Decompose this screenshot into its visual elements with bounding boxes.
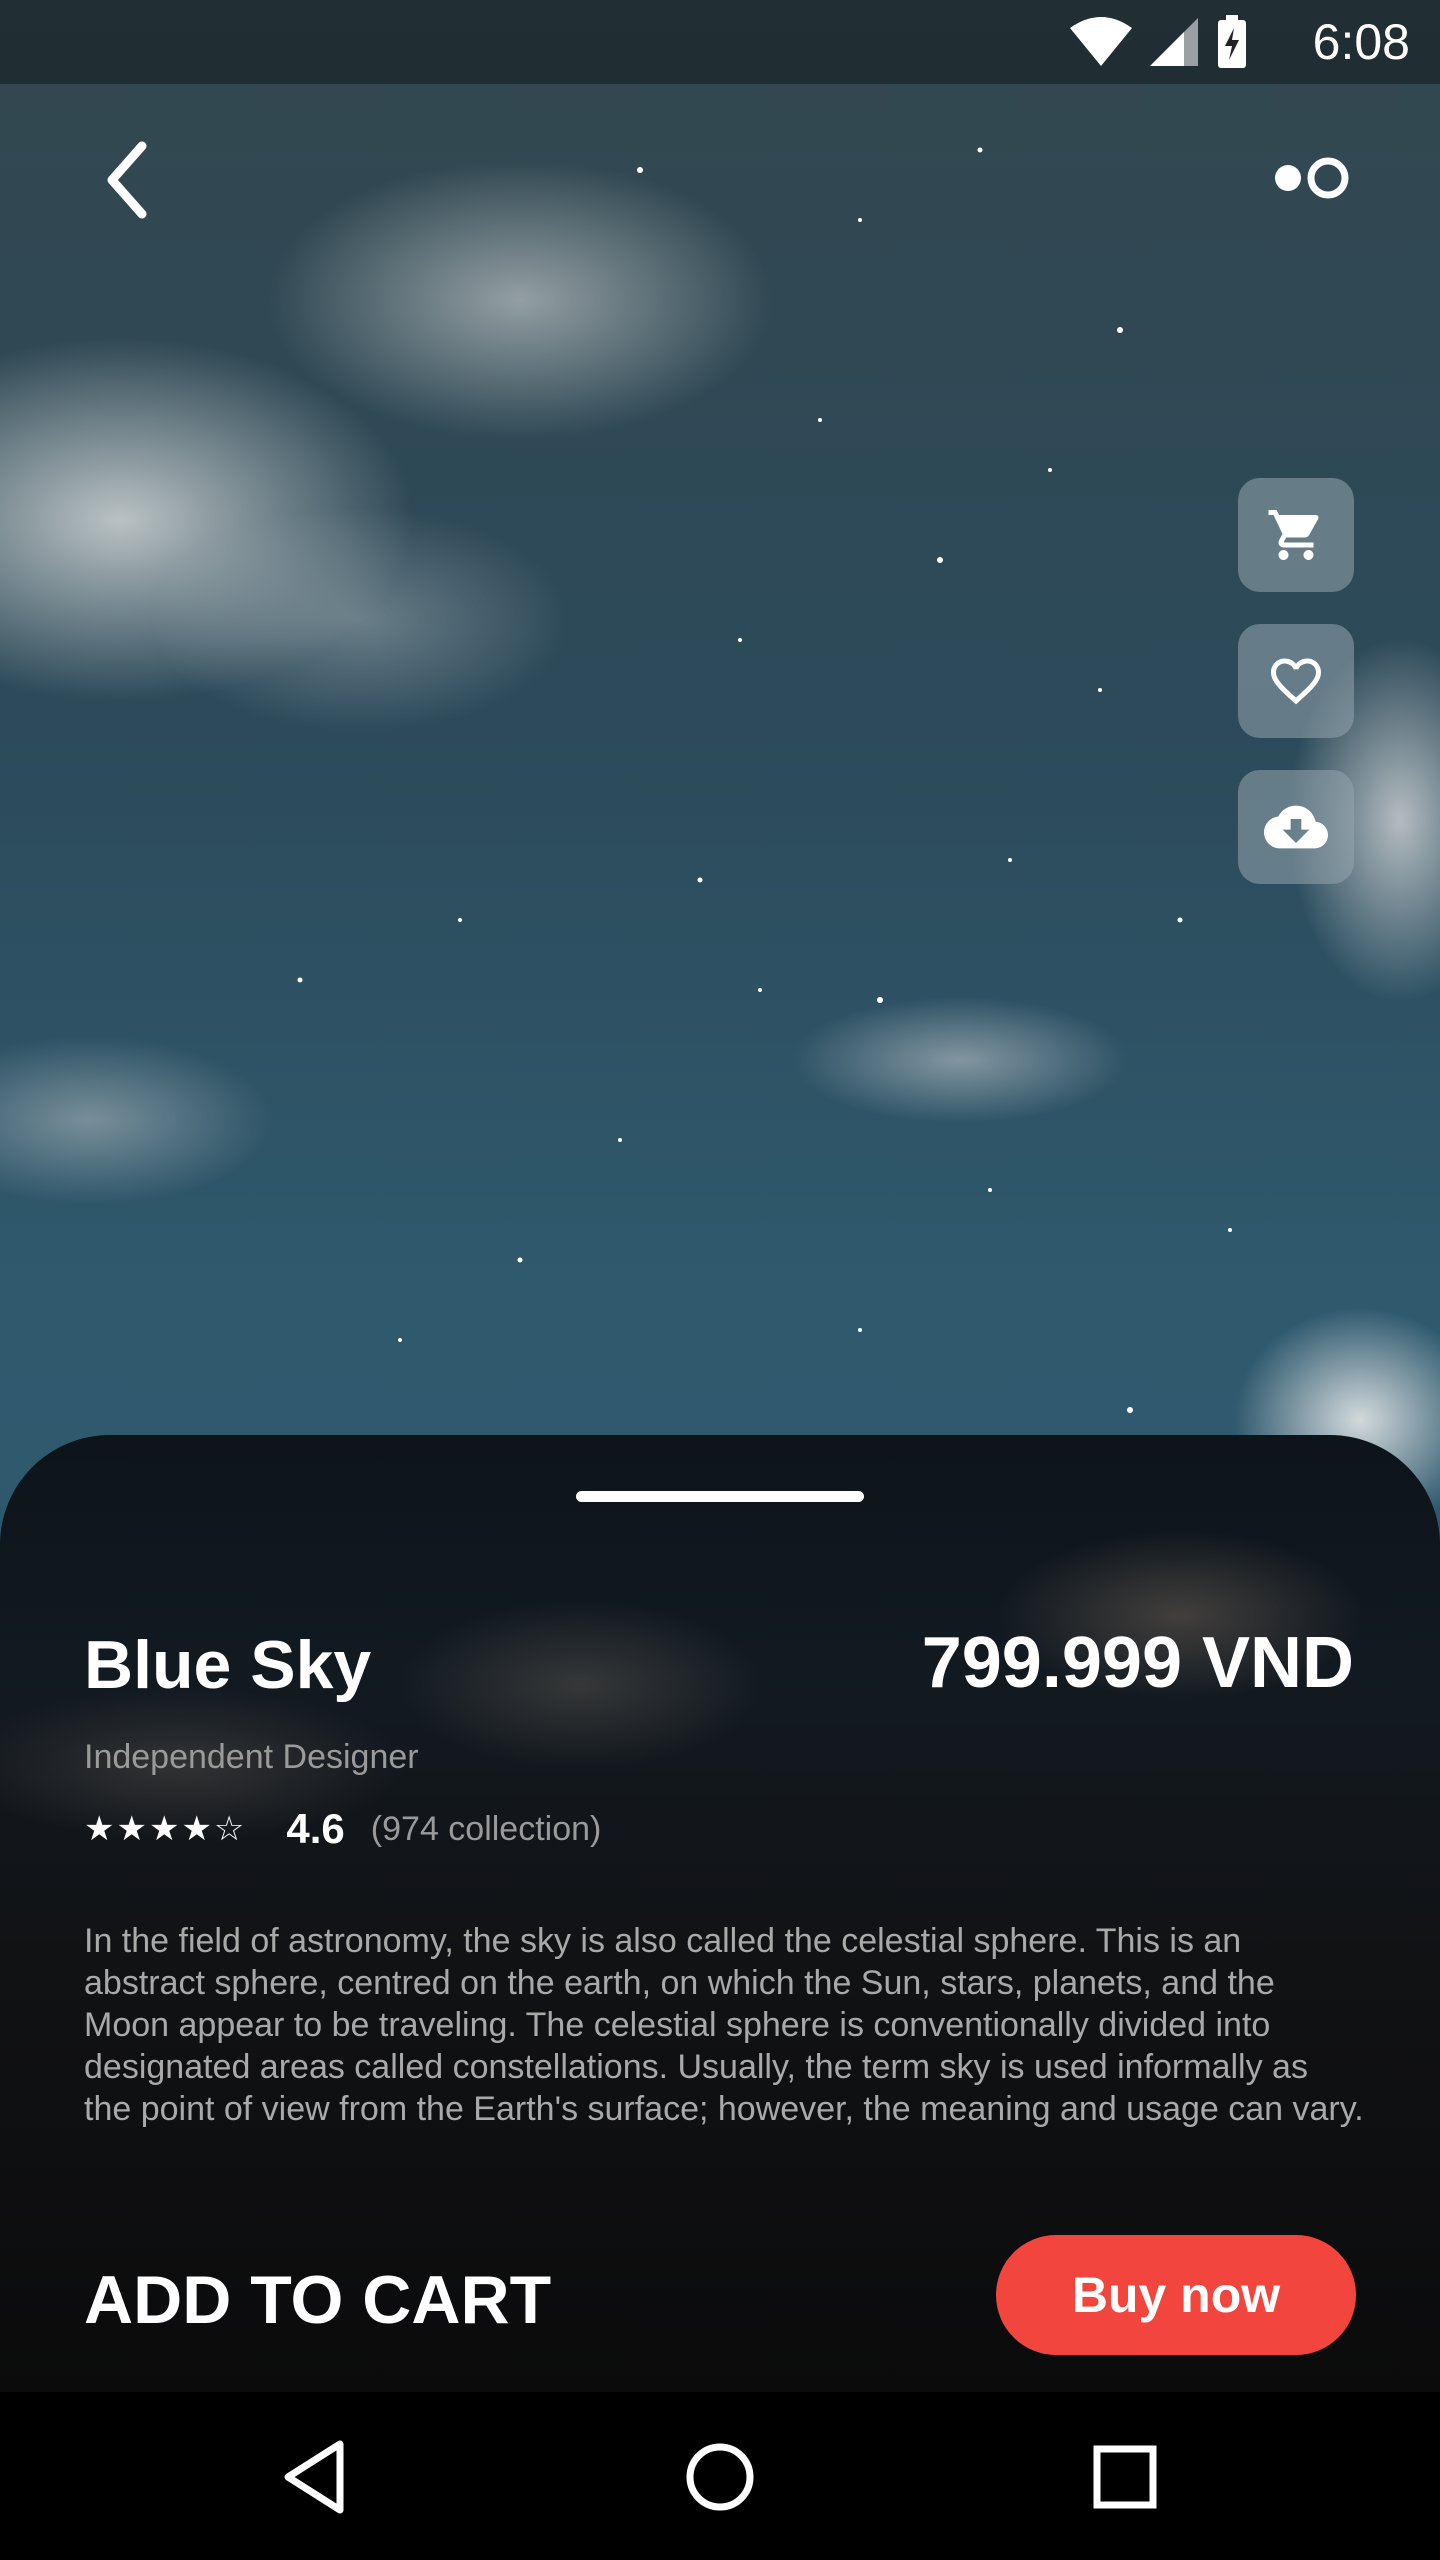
circle-home-icon [686,2443,754,2511]
cart-icon [1268,510,1319,560]
cloud-download-icon [1264,805,1328,849]
star-field [297,147,1302,1413]
designer-name: Independent Designer [84,1738,419,1776]
nav-back-button[interactable] [270,2432,360,2522]
dots-toggle-icon [1275,157,1349,199]
chevron-left-icon [107,141,147,219]
status-icons [1068,12,1250,72]
back-button[interactable] [92,130,172,230]
add-to-cart-button[interactable]: ADD TO CART [84,2255,551,2345]
nav-recents-button[interactable] [1080,2432,1170,2522]
square-recents-icon [1093,2445,1157,2509]
product-price: 799.999 VND [921,1623,1354,1703]
favorite-button[interactable] [1238,624,1354,738]
product-title: Blue Sky [84,1627,372,1703]
triangle-back-icon [284,2440,344,2514]
status-bar: 6:08 [0,0,1440,84]
buy-now-button[interactable]: Buy now [996,2235,1356,2355]
sheet-drag-handle[interactable] [576,1491,864,1502]
status-time: 6:08 [1312,14,1410,70]
signal-icon [1150,18,1198,66]
nav-home-button[interactable] [675,2432,765,2522]
add-to-cart-icon-button[interactable] [1238,478,1354,592]
rating-value: 4.6 [286,1805,345,1852]
rating-stars: ★★★★☆ [84,1810,247,1848]
wifi-icon [1070,17,1132,66]
rating-row: ★★★★☆ 4.6 (974 collection) [84,1799,601,1859]
product-detail-sheet: Blue Sky 799.999 VND Independent Designe… [0,1435,1440,2395]
system-nav-bar [0,2392,1440,2560]
rating-count: (974 collection) [370,1809,602,1848]
heart-icon [1271,658,1321,705]
product-description: In the field of astronomy, the sky is al… [84,1922,1364,2128]
more-options-button[interactable] [1262,150,1358,206]
download-button[interactable] [1238,770,1354,884]
battery-icon [1218,15,1246,68]
